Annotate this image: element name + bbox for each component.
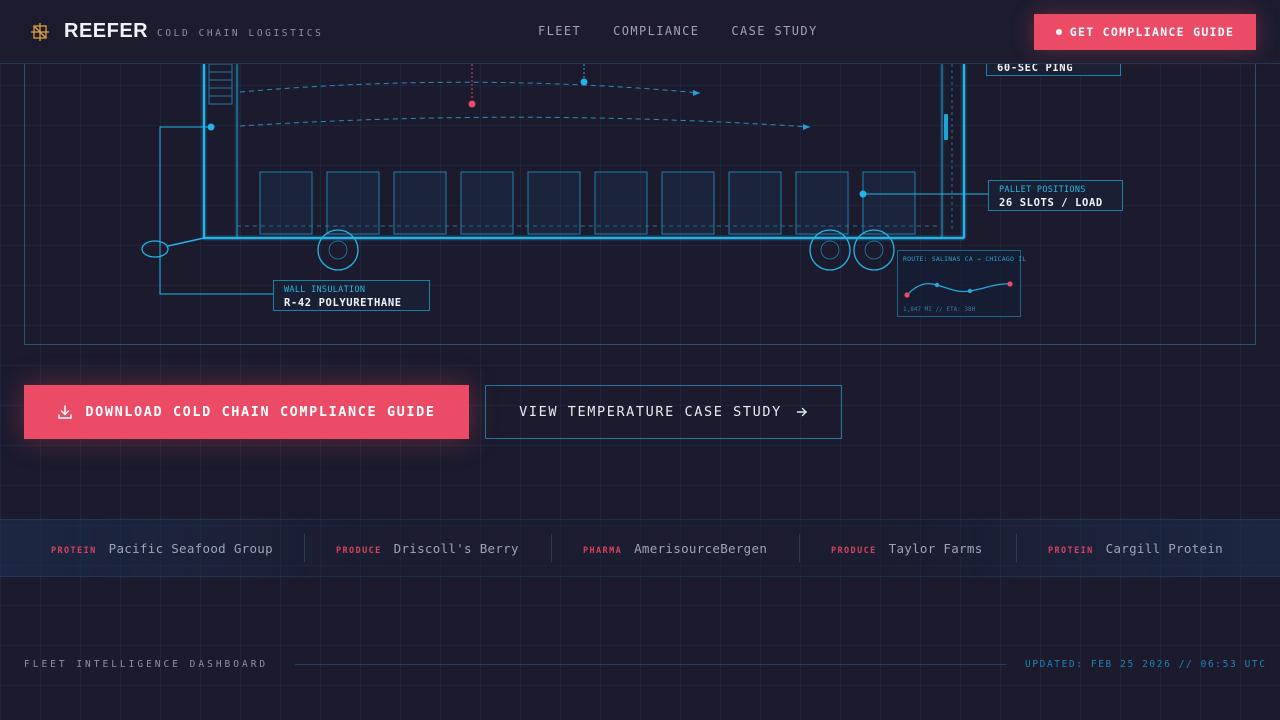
client-category: PHARMA <box>583 546 623 556</box>
client-category: PROTEIN <box>51 546 97 556</box>
download-icon <box>58 405 73 419</box>
arrow-right-icon <box>796 407 807 417</box>
client-name: Pacific Seafood Group <box>108 541 273 556</box>
client-item: PROTEIN Pacific Seafood Group <box>51 541 273 556</box>
pallet-positions-value: 26 SLOTS / LOAD <box>999 197 1103 209</box>
download-compliance-guide-label: DOWNLOAD COLD CHAIN COMPLIANCE GUIDE <box>85 404 436 420</box>
pallet-positions-callout: PALLET POSITIONS 26 SLOTS / LOAD <box>988 180 1123 211</box>
brand-name[interactable]: REEFER <box>64 20 148 43</box>
wall-insulation-value: R-42 POLYURETHANE <box>284 297 402 309</box>
client-name: Taylor Farms <box>888 541 983 556</box>
dashboard-label: FLEET INTELLIGENCE DASHBOARD <box>24 659 269 670</box>
client-item: PROTEIN Cargill Protein <box>1048 541 1223 556</box>
view-case-study-label: VIEW TEMPERATURE CASE STUDY <box>519 404 782 420</box>
client-item: PRODUCE Taylor Farms <box>831 541 983 556</box>
nav-link-case-study[interactable]: CASE STUDY <box>731 24 817 38</box>
dashboard-divider <box>295 664 1007 665</box>
client-name: AmerisourceBergen <box>634 541 768 556</box>
get-compliance-guide-label: GET COMPLIANCE GUIDE <box>1069 25 1235 39</box>
snowflake-logo-icon[interactable] <box>30 22 50 42</box>
view-case-study-button[interactable]: VIEW TEMPERATURE CASE STUDY <box>485 385 842 439</box>
site-header: REEFER COLD CHAIN LOGISTICS FLEET COMPLI… <box>0 0 1280 64</box>
nav-link-compliance[interactable]: COMPLIANCE <box>613 24 699 38</box>
client-divider <box>799 534 800 562</box>
route-map-card[interactable]: ROUTE: SALINAS CA → CHICAGO IL 1,847 MI … <box>897 250 1026 317</box>
get-compliance-guide-button[interactable]: GET COMPLIANCE GUIDE <box>1034 14 1256 50</box>
status-dot-icon <box>1055 29 1062 35</box>
client-item: PHARMA AmerisourceBergen <box>583 541 767 556</box>
updated-timestamp: UPDATED: FEB 25 2026 // 06:53 UTC <box>1025 659 1267 670</box>
client-divider <box>1016 534 1017 562</box>
reefer-unit <box>208 63 233 105</box>
wall-insulation-callout: WALL INSULATION R-42 POLYURETHANE <box>273 280 430 311</box>
pallet-positions-label: PALLET POSITIONS <box>999 185 1086 195</box>
wall-insulation-label: WALL INSULATION <box>284 285 366 295</box>
trailer-wheels <box>317 229 895 271</box>
client-category: PRODUCE <box>336 546 382 556</box>
client-divider <box>551 534 552 562</box>
client-category: PRODUCE <box>831 546 877 556</box>
brand-tagline: COLD CHAIN LOGISTICS <box>157 28 324 39</box>
client-divider <box>304 534 305 562</box>
client-name: Driscoll's Berry <box>393 541 519 556</box>
trailer-body <box>203 64 965 239</box>
download-compliance-guide-button[interactable]: DOWNLOAD COLD CHAIN COMPLIANCE GUIDE <box>24 385 469 439</box>
pallet-slots <box>259 171 916 235</box>
nav-link-fleet[interactable]: FLEET <box>538 24 581 38</box>
client-category: PROTEIN <box>1048 546 1094 556</box>
client-name: Cargill Protein <box>1105 541 1224 556</box>
route-meta: 1,847 MI // ETA: 38H <box>903 306 976 313</box>
client-item: PRODUCE Driscoll's Berry <box>336 541 519 556</box>
clients-strip: PROTEIN Pacific Seafood Group PRODUCE Dr… <box>0 519 1280 577</box>
main-nav: FLEET COMPLIANCE CASE STUDY <box>538 24 818 38</box>
